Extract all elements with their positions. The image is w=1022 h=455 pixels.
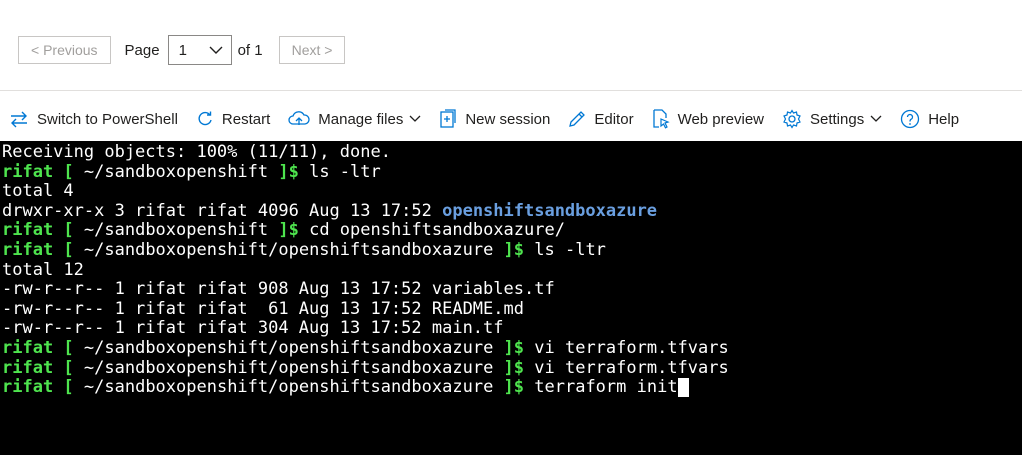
prompt-bracket-close: ]$ <box>493 239 535 260</box>
settings-label: Settings <box>810 110 865 128</box>
prompt-user: rifat <box>2 357 54 378</box>
switch-icon <box>11 111 27 128</box>
prompt-path: ~/sandboxopenshift/openshiftsandboxazure <box>83 337 494 358</box>
previous-page-button[interactable]: < Previous <box>18 36 111 64</box>
terminal-line: total 4 <box>2 181 1022 202</box>
manage-files-icon <box>288 111 310 125</box>
web-preview-button[interactable]: Web preview <box>652 109 764 129</box>
terminal-line: rifat [ ~/sandboxopenshift/openshiftsand… <box>2 357 1022 379</box>
web-preview-icon <box>652 109 670 129</box>
prompt-bracket-close: ]$ <box>493 377 535 398</box>
cloud-shell-toolbar: Switch to PowerShell Restart Manage file… <box>0 98 1022 140</box>
terminal-command: vi terraform.tfvars <box>534 357 729 378</box>
prompt-bracket-close: ]$ <box>268 220 310 241</box>
prompt-bracket-open: [ <box>53 239 84 260</box>
terminal-line: -rw-r--r-- 1 rifat rifat 304 Aug 13 17:5… <box>2 319 1022 339</box>
chevron-down-icon <box>870 115 882 122</box>
prompt-bracket-open: [ <box>53 357 84 378</box>
prompt-bracket-close: ]$ <box>493 357 535 378</box>
terminal-line: Receiving objects: 100% (11/11), done. <box>2 142 1022 163</box>
terminal-cursor <box>677 378 689 398</box>
settings-button[interactable]: Settings <box>782 109 882 129</box>
terminal-line: rifat [ ~/sandboxopenshift/openshiftsand… <box>2 377 1022 398</box>
web-preview-label: Web preview <box>677 110 764 128</box>
prompt-user: rifat <box>2 239 54 260</box>
prompt-bracket-open: [ <box>53 377 84 398</box>
switch-to-powershell-label: Switch to PowerShell <box>37 110 178 128</box>
new-session-icon <box>440 109 456 128</box>
page-label: Page <box>124 41 160 59</box>
editor-label: Editor <box>594 110 634 128</box>
prompt-bracket-close: ]$ <box>268 161 310 182</box>
pagination: < Previous Page 1 of 1 Next > <box>18 35 346 65</box>
restart-icon <box>198 111 212 126</box>
terminal-line: rifat [ ~/sandboxopenshift/openshiftsand… <box>2 337 1022 359</box>
prompt-path: ~/sandboxopenshift/openshiftsandboxazure <box>83 377 494 398</box>
restart-label: Restart <box>221 110 271 128</box>
terminal-command: cd openshiftsandboxazure/ <box>309 220 565 241</box>
terminal-output-text: total 4 <box>2 181 74 202</box>
terminal-output-text: -rw-r--r-- 1 rifat rifat 908 Aug 13 17:5… <box>2 279 555 300</box>
prompt-path: ~/sandboxopenshift/openshiftsandboxazure <box>83 239 494 260</box>
prompt-user: rifat <box>2 337 54 358</box>
terminal-line: rifat [ ~/sandboxopenshift ]$ cd openshi… <box>2 221 1022 241</box>
new-session-button[interactable]: New session <box>439 109 550 129</box>
prompt-path: ~/sandboxopenshift <box>83 220 269 241</box>
prompt-user: rifat <box>2 161 54 182</box>
settings-icon <box>783 109 801 129</box>
prompt-path: ~/sandboxopenshift <box>83 161 269 182</box>
prompt-user: rifat <box>2 220 54 241</box>
prompt-bracket-open: [ <box>53 161 84 182</box>
terminal-output-text: drwxr-xr-x 3 rifat rifat 4096 Aug 13 17:… <box>2 200 443 221</box>
prompt-path: ~/sandboxopenshift/openshiftsandboxazure <box>83 357 494 378</box>
terminal-output-text: Receiving objects: 100% (11/11), done. <box>2 142 391 162</box>
page-select-value: 1 <box>178 41 187 59</box>
prompt-user: rifat <box>2 377 54 398</box>
terminal-output: Receiving objects: 100% (11/11), done. ri… <box>0 141 1022 398</box>
terminal-output-text: -rw-r--r-- 1 rifat rifat 304 Aug 13 17:5… <box>2 318 504 339</box>
terminal-command: vi terraform.tfvars <box>534 337 729 358</box>
terminal[interactable]: Receiving objects: 100% (11/11), done. ri… <box>0 141 1022 455</box>
terminal-output-text: total 12 <box>2 259 84 280</box>
terminal-line: -rw-r--r-- 1 rifat rifat 61 Aug 13 17:52… <box>2 298 1022 320</box>
terminal-command: terraform init <box>534 377 678 398</box>
restart-button[interactable]: Restart <box>196 110 270 128</box>
terminal-command: ls -ltr <box>309 161 381 182</box>
terminal-line: drwxr-xr-x 3 rifat rifat 4096 Aug 13 17:… <box>2 200 1022 222</box>
chevron-down-icon <box>409 115 421 122</box>
page-select[interactable]: 1 <box>167 35 232 65</box>
next-page-button[interactable]: Next > <box>278 36 346 64</box>
editor-icon <box>569 111 586 127</box>
terminal-line: total 12 <box>2 259 1022 281</box>
terminal-line: rifat [ ~/sandboxopenshift/openshiftsand… <box>2 239 1022 261</box>
new-session-label: New session <box>465 110 551 128</box>
terminal-directory-name: openshiftsandboxazure <box>442 200 658 221</box>
page-count-label: of 1 <box>237 41 263 59</box>
help-button[interactable]: Help <box>900 109 959 129</box>
editor-button[interactable]: Editor <box>568 110 634 128</box>
chevron-down-icon <box>209 46 223 54</box>
terminal-line: rifat [ ~/sandboxopenshift ]$ ls -ltr <box>2 161 1022 183</box>
prompt-bracket-close: ]$ <box>493 337 535 358</box>
prompt-bracket-open: [ <box>53 337 84 358</box>
switch-to-powershell-button[interactable]: Switch to PowerShell <box>9 110 178 128</box>
help-icon <box>901 109 920 129</box>
terminal-output-text: -rw-r--r-- 1 rifat rifat 61 Aug 13 17:52… <box>2 298 524 319</box>
prompt-bracket-open: [ <box>53 220 84 241</box>
terminal-command: ls -ltr <box>534 239 606 260</box>
divider <box>0 90 1022 91</box>
help-label: Help <box>928 110 960 128</box>
manage-files-button[interactable]: Manage files <box>288 110 421 128</box>
manage-files-label: Manage files <box>318 110 404 128</box>
terminal-line: -rw-r--r-- 1 rifat rifat 908 Aug 13 17:5… <box>2 279 1022 300</box>
